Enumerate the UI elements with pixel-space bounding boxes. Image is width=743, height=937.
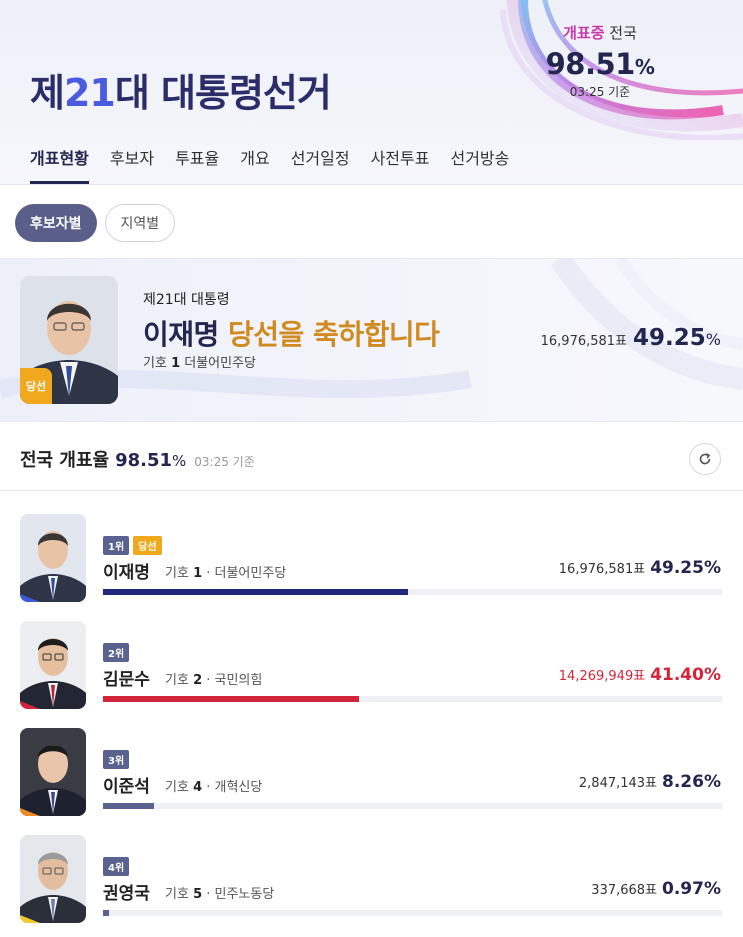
tab-candidates[interactable]: 후보자 bbox=[110, 145, 154, 184]
summary-percent: 98.51% bbox=[115, 450, 187, 471]
tab-broadcast[interactable]: 선거방송 bbox=[450, 145, 509, 184]
winner-party: 기호 1 더불어민주당 bbox=[143, 356, 257, 371]
count-time: 03:25 기준 bbox=[569, 85, 631, 99]
candidate-votes: 2,847,143표 bbox=[578, 776, 658, 791]
filter-by-region-button[interactable]: 지역별 bbox=[104, 204, 176, 242]
main-tabs: 개표현황 후보자 투표율 개요 선거일정 사전투표 선거방송 bbox=[30, 145, 509, 184]
candidate-name: 권영국 bbox=[103, 884, 150, 904]
candidate-party: 기호 2 · 국민의힘 bbox=[165, 673, 263, 688]
candidate-result: 2,847,143표 8.26% bbox=[579, 772, 721, 792]
tab-early-voting[interactable]: 사전투표 bbox=[371, 145, 430, 184]
candidate-party: 기호 4 · 개혁신당 bbox=[165, 780, 263, 795]
candidate-result: 14,269,949표 41.40% bbox=[559, 665, 721, 685]
election-header: 제21대 대통령선거 개표중 전국 98.51% 03:25 기준 개표현황 후… bbox=[0, 0, 743, 185]
region-label: 전국 bbox=[609, 24, 637, 42]
rank-badge: 3위 bbox=[103, 750, 130, 769]
person-avatar-icon bbox=[20, 835, 86, 923]
count-status: 개표중 전국 98.51% 03:25 기준 bbox=[540, 22, 660, 100]
candidate-party: 기호 5 · 민주노동당 bbox=[165, 887, 275, 902]
winner-subtitle: 제21대 대통령 bbox=[143, 292, 230, 308]
filter-by-candidate-button[interactable]: 후보자별 bbox=[15, 204, 97, 242]
candidate-row[interactable]: 2위 김문수 기호 2 · 국민의힘 14,269,949표 41.40% bbox=[0, 621, 743, 721]
winner-name: 이재명 bbox=[143, 318, 219, 351]
winner-banner: 당선 제21대 대통령 이재명 당선을 축하합니다 기호 1 더불어민주당 16… bbox=[0, 258, 743, 422]
candidate-percent: 0.97% bbox=[662, 879, 721, 899]
vote-share-fill bbox=[103, 803, 155, 809]
page-title: 제21대 대통령선거 bbox=[30, 71, 332, 115]
view-filter: 후보자별 지역별 bbox=[15, 204, 176, 242]
candidate-votes: 16,976,581표 bbox=[558, 562, 646, 577]
candidate-photo bbox=[20, 621, 86, 709]
winner-votes: 16,976,581표 bbox=[540, 334, 628, 349]
count-percent: 98.51% bbox=[545, 47, 655, 81]
summary-label: 전국 개표율 bbox=[20, 450, 110, 471]
candidate-photo bbox=[20, 835, 86, 923]
candidate-votes: 14,269,949표 bbox=[558, 669, 646, 684]
section-divider bbox=[0, 490, 743, 491]
rank-badge: 1위 bbox=[103, 536, 130, 555]
vote-share-fill bbox=[103, 696, 360, 702]
tab-overview[interactable]: 개요 bbox=[240, 145, 269, 184]
winner-headline: 이재명 당선을 축하합니다 bbox=[143, 313, 440, 353]
winner-photo: 당선 bbox=[20, 276, 118, 404]
national-count-summary: 전국 개표율 98.51% 03:25 기준 bbox=[20, 446, 255, 472]
candidate-percent: 41.40% bbox=[650, 665, 721, 685]
winner-badge: 당선 bbox=[20, 368, 52, 404]
elected-badge: 당선 bbox=[133, 536, 162, 555]
person-avatar-icon bbox=[20, 728, 86, 816]
candidate-name: 이재명 bbox=[103, 563, 150, 583]
candidate-votes: 337,668표 bbox=[591, 883, 658, 898]
tab-count-status[interactable]: 개표현황 bbox=[30, 145, 89, 184]
vote-share-fill bbox=[103, 910, 110, 916]
vote-share-fill bbox=[103, 589, 408, 595]
vote-share-bar bbox=[103, 589, 722, 595]
winner-congrats: 당선을 축하합니다 bbox=[228, 318, 440, 351]
candidate-row[interactable]: 1위 당선 이재명 기호 1 · 더불어민주당 16,976,581표 49.2… bbox=[0, 514, 743, 614]
candidate-row[interactable]: 4위 권영국 기호 5 · 민주노동당 337,668표 0.97% bbox=[0, 835, 743, 935]
candidate-photo bbox=[20, 514, 86, 602]
candidate-percent: 49.25% bbox=[650, 558, 721, 578]
winner-result: 16,976,581표 49.25% bbox=[541, 325, 721, 351]
tab-schedule[interactable]: 선거일정 bbox=[291, 145, 350, 184]
person-avatar-icon bbox=[20, 514, 86, 602]
candidate-name: 김문수 bbox=[103, 670, 150, 690]
rank-badge: 2위 bbox=[103, 643, 130, 662]
person-avatar-icon bbox=[20, 621, 86, 709]
candidate-result: 16,976,581표 49.25% bbox=[559, 558, 721, 578]
candidate-result: 337,668표 0.97% bbox=[591, 879, 721, 899]
refresh-icon bbox=[699, 453, 711, 465]
candidate-photo bbox=[20, 728, 86, 816]
candidate-percent: 8.26% bbox=[662, 772, 721, 792]
candidate-name: 이준석 bbox=[103, 777, 150, 797]
winner-percent: 49.25% bbox=[633, 325, 721, 351]
counting-label: 개표중 bbox=[563, 24, 605, 42]
refresh-button[interactable] bbox=[689, 443, 721, 475]
summary-time: 03:25 기준 bbox=[194, 455, 255, 469]
candidate-party: 기호 1 · 더불어민주당 bbox=[165, 566, 287, 581]
rank-badge: 4위 bbox=[103, 857, 130, 876]
candidate-row[interactable]: 3위 이준석 기호 4 · 개혁신당 2,847,143표 8.26% bbox=[0, 728, 743, 828]
tab-turnout[interactable]: 투표율 bbox=[175, 145, 219, 184]
vote-share-bar bbox=[103, 696, 722, 702]
vote-share-bar bbox=[103, 803, 722, 809]
vote-share-bar bbox=[103, 910, 722, 916]
